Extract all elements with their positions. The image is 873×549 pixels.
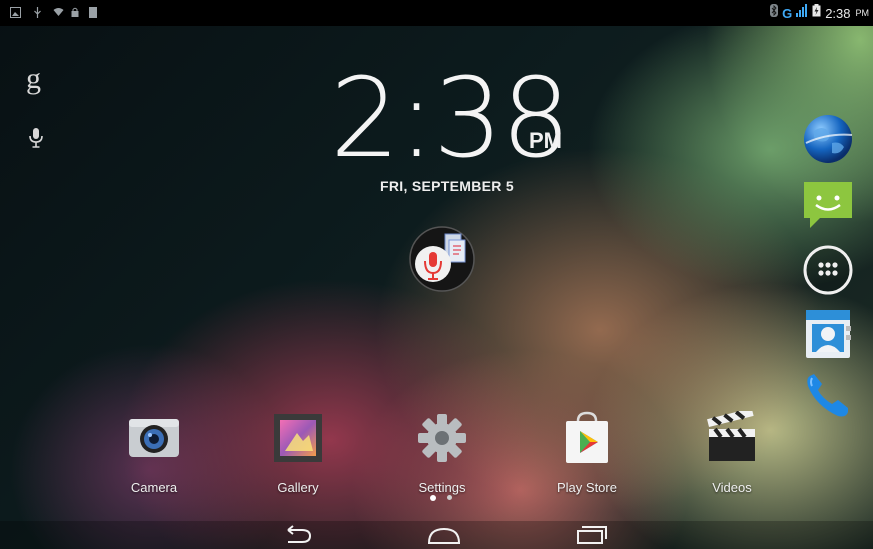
page-dot xyxy=(430,495,436,501)
recents-icon[interactable] xyxy=(572,523,612,547)
page-indicator xyxy=(430,495,452,501)
lock-icon xyxy=(71,7,79,19)
app-label: Gallery xyxy=(277,480,319,495)
wifi-icon xyxy=(53,7,64,19)
play-store-icon xyxy=(560,411,614,465)
signal-icon xyxy=(796,4,808,22)
clock-date: FRI, SEPTEMBER 5 xyxy=(380,178,514,194)
home-icon[interactable] xyxy=(424,523,464,547)
page-dot xyxy=(447,495,452,500)
contacts-icon[interactable] xyxy=(802,308,854,360)
home-screen: G 2:38 PM g 2:38 PM FRI, SEPTEMBER 5 Cam… xyxy=(0,0,873,549)
clock-ampm: PM xyxy=(529,128,562,153)
usb-icon xyxy=(33,7,42,21)
google-search-icon[interactable]: g xyxy=(26,62,41,96)
app-label: Play Store xyxy=(557,480,617,495)
microphone-icon[interactable] xyxy=(28,127,44,154)
clock-time[interactable]: 2:38 xyxy=(330,58,571,178)
app-label: Videos xyxy=(712,480,752,495)
globe-icon[interactable] xyxy=(802,113,854,165)
clapperboard-icon xyxy=(705,408,759,465)
gallery-icon xyxy=(271,411,325,465)
status-bar: G 2:38 PM xyxy=(0,0,873,26)
back-icon[interactable] xyxy=(278,523,318,547)
message-icon[interactable] xyxy=(802,178,854,230)
image-notification-icon xyxy=(10,7,21,20)
camera-icon xyxy=(127,411,181,465)
bluetooth-icon xyxy=(770,4,779,22)
app-label: Settings xyxy=(418,480,466,495)
app-videos[interactable]: Videos xyxy=(687,408,777,495)
app-play-store[interactable]: Play Store xyxy=(542,411,632,495)
navigation-bar xyxy=(0,521,873,549)
status-right: G 2:38 PM xyxy=(770,4,869,22)
status-clock-ampm: PM xyxy=(855,8,870,18)
phone-icon[interactable] xyxy=(802,370,854,422)
settings-gear-icon xyxy=(415,411,469,465)
app-drawer-icon[interactable] xyxy=(802,244,854,296)
voice-search-widget[interactable] xyxy=(409,226,475,292)
battery-icon xyxy=(812,4,821,22)
status-clock: 2:38 xyxy=(825,5,851,21)
network-type-label: G xyxy=(782,5,793,21)
app-camera[interactable]: Camera xyxy=(109,411,199,495)
sd-card-icon xyxy=(89,7,97,20)
app-label: Camera xyxy=(130,480,178,495)
app-settings[interactable]: Settings xyxy=(397,411,487,495)
app-gallery[interactable]: Gallery xyxy=(253,411,343,495)
